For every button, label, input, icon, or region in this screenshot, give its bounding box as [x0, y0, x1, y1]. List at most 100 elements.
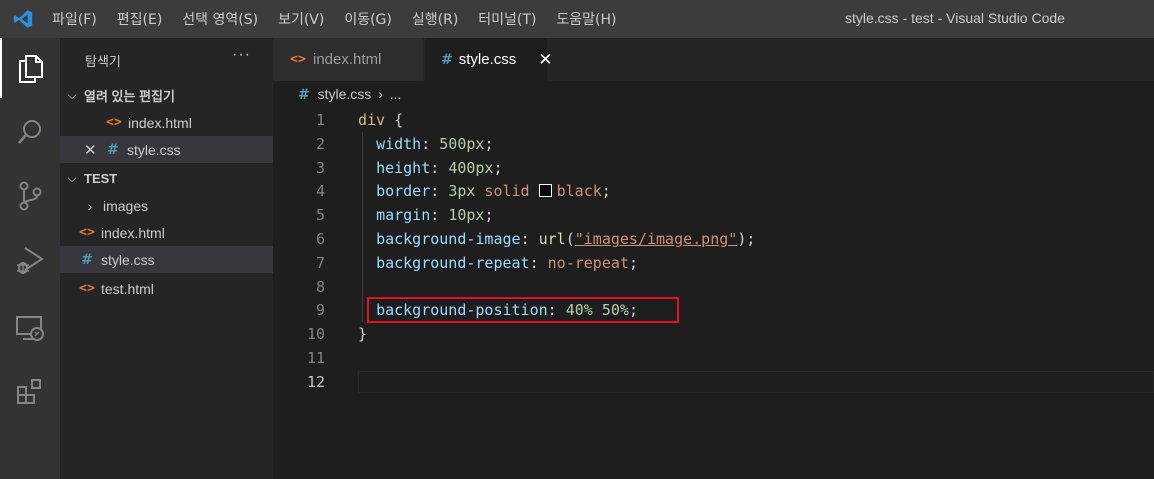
code-token: 400px [448, 158, 494, 177]
code-token: ; [493, 158, 503, 177]
tree-item-images-folder[interactable]: › images [60, 192, 273, 219]
code-token: height [376, 158, 431, 177]
menu-view[interactable]: 보기(V) [278, 9, 324, 29]
code-token: { [385, 111, 404, 129]
workspace-section-header[interactable]: ⌵ TEST [60, 165, 273, 192]
code-token: border [376, 182, 431, 201]
code-text: margin: 10px; [358, 206, 493, 224]
code-line[interactable]: 1 div { [273, 108, 1154, 132]
html-file-icon: <> [79, 225, 95, 240]
menu-selection[interactable]: 선택 영역(S) [182, 9, 258, 29]
color-swatch[interactable] [538, 184, 552, 198]
explorer-sidebar: 탐색기 ··· ⌵ 열려 있는 편집기 <> index.html ✕ # st… [60, 38, 273, 479]
menu-bar: 파일(F) 편집(E) 선택 영역(S) 보기(V) 이동(G) 실행(R) 터… [52, 0, 637, 38]
code-token: ; [628, 253, 638, 272]
open-editor-item-index[interactable]: <> index.html [60, 109, 273, 136]
code-line[interactable]: 7 background-repeat: no-repeat; [273, 250, 1154, 275]
line-number: 5 [315, 206, 325, 225]
line-number: 1 [315, 111, 325, 129]
code-line[interactable]: 11 [273, 346, 1154, 370]
line-number: 10 [306, 325, 325, 344]
tab-index-html[interactable]: <> index.html [273, 38, 423, 81]
breadcrumb-file[interactable]: style.css [318, 86, 372, 102]
search-activity-button[interactable] [0, 102, 60, 162]
tab-label: index.html [313, 51, 382, 68]
code-editor[interactable]: 1 div {2 width: 500px; 3 height: 400px; 4 b… [273, 108, 1154, 479]
open-editor-item-style[interactable]: ✕ # style.css [60, 136, 273, 163]
vscode-logo-icon[interactable] [12, 9, 34, 29]
run-debug-activity-button[interactable] [0, 230, 60, 290]
code-token: 500px [439, 134, 485, 153]
code-text: background-image: url("images/image.png"… [358, 230, 755, 248]
code-token: ; [601, 182, 611, 201]
menu-edit[interactable]: 편집(E) [117, 9, 163, 29]
tree-item-test-html[interactable]: <> test.html [60, 275, 273, 302]
code-token: 3px [448, 182, 476, 201]
extensions-activity-button[interactable] [0, 362, 60, 422]
menu-run[interactable]: 실행(R) [412, 9, 458, 29]
open-editors-section-header[interactable]: ⌵ 열려 있는 편집기 [60, 82, 273, 109]
chevron-down-icon: ⌵ [67, 88, 77, 102]
code-line[interactable]: 2 width: 500px; [273, 131, 1154, 156]
tree-item-label: test.html [101, 280, 154, 297]
open-editor-label: style.css [127, 141, 181, 158]
code-token: ( [565, 230, 575, 248]
breadcrumb: # style.css › ... [298, 86, 401, 103]
menu-help[interactable]: 도움말(H) [556, 9, 616, 29]
html-file-icon: <> [79, 281, 95, 296]
code-token: : [529, 253, 548, 272]
highlight-annotation-box [367, 297, 679, 323]
css-file-icon: # [81, 251, 93, 268]
open-editors-title: 열려 있는 편집기 [84, 89, 175, 104]
code-token: background-image [376, 230, 521, 248]
close-icon[interactable]: ✕ [84, 141, 100, 159]
explorer-activity-button[interactable] [0, 38, 60, 98]
menu-terminal[interactable]: 터미널(T) [478, 9, 536, 29]
tab-style-css[interactable]: # style.css ✕ [425, 38, 553, 81]
line-number: 12 [306, 372, 325, 391]
line-number: 11 [306, 349, 325, 367]
tree-item-index-html[interactable]: <> index.html [60, 219, 273, 246]
code-token: url [538, 230, 566, 248]
source-control-activity-button[interactable] [0, 166, 60, 226]
code-line[interactable]: 4 border: 3px solid black; [273, 179, 1154, 204]
code-line[interactable]: 6 background-image: url("images/image.pn… [273, 227, 1154, 251]
line-number: 2 [315, 134, 325, 153]
chevron-right-icon: › [378, 86, 383, 102]
code-text: background-repeat: no-repeat; [358, 254, 638, 272]
title-bar: 파일(F) 편집(E) 선택 영역(S) 보기(V) 이동(G) 실행(R) 터… [0, 0, 1154, 38]
tree-item-style-css[interactable]: # style.css [60, 246, 273, 273]
code-token: ; [484, 206, 494, 225]
code-token: : [520, 230, 539, 248]
css-file-icon: # [298, 87, 310, 103]
code-line[interactable]: 8 [273, 274, 1154, 299]
menu-go[interactable]: 이동(G) [344, 9, 392, 29]
more-actions-icon[interactable]: ··· [232, 46, 251, 64]
code-line[interactable]: 5 margin: 10px; [273, 203, 1154, 228]
workspace-title: TEST [84, 171, 118, 186]
line-number: 6 [315, 230, 325, 248]
line-number: 7 [315, 253, 325, 272]
code-token: : [430, 182, 449, 201]
run-debug-icon [17, 247, 44, 274]
close-icon[interactable]: ✕ [538, 50, 552, 70]
breadcrumb-symbols[interactable]: ... [390, 86, 402, 102]
code-text: width: 500px; [358, 135, 493, 153]
activity-bar [0, 38, 60, 479]
code-line[interactable]: 10} [273, 322, 1154, 346]
code-token: } [358, 325, 368, 344]
code-token: black [556, 182, 602, 201]
menu-file[interactable]: 파일(F) [52, 9, 97, 29]
line-number: 3 [315, 158, 325, 177]
editor-tab-bar: <> index.html # style.css ✕ [273, 38, 1154, 81]
code-line[interactable]: 3 height: 400px; [273, 155, 1154, 180]
explorer-title: 탐색기 [85, 55, 121, 70]
code-token: width [376, 134, 422, 153]
open-editor-label: index.html [128, 114, 192, 131]
code-token: : [430, 206, 449, 225]
remote-explorer-activity-button[interactable] [0, 298, 60, 358]
code-line[interactable]: 12 [273, 370, 1154, 394]
files-icon [19, 55, 43, 83]
code-text: border: 3px solid black; [358, 182, 611, 200]
